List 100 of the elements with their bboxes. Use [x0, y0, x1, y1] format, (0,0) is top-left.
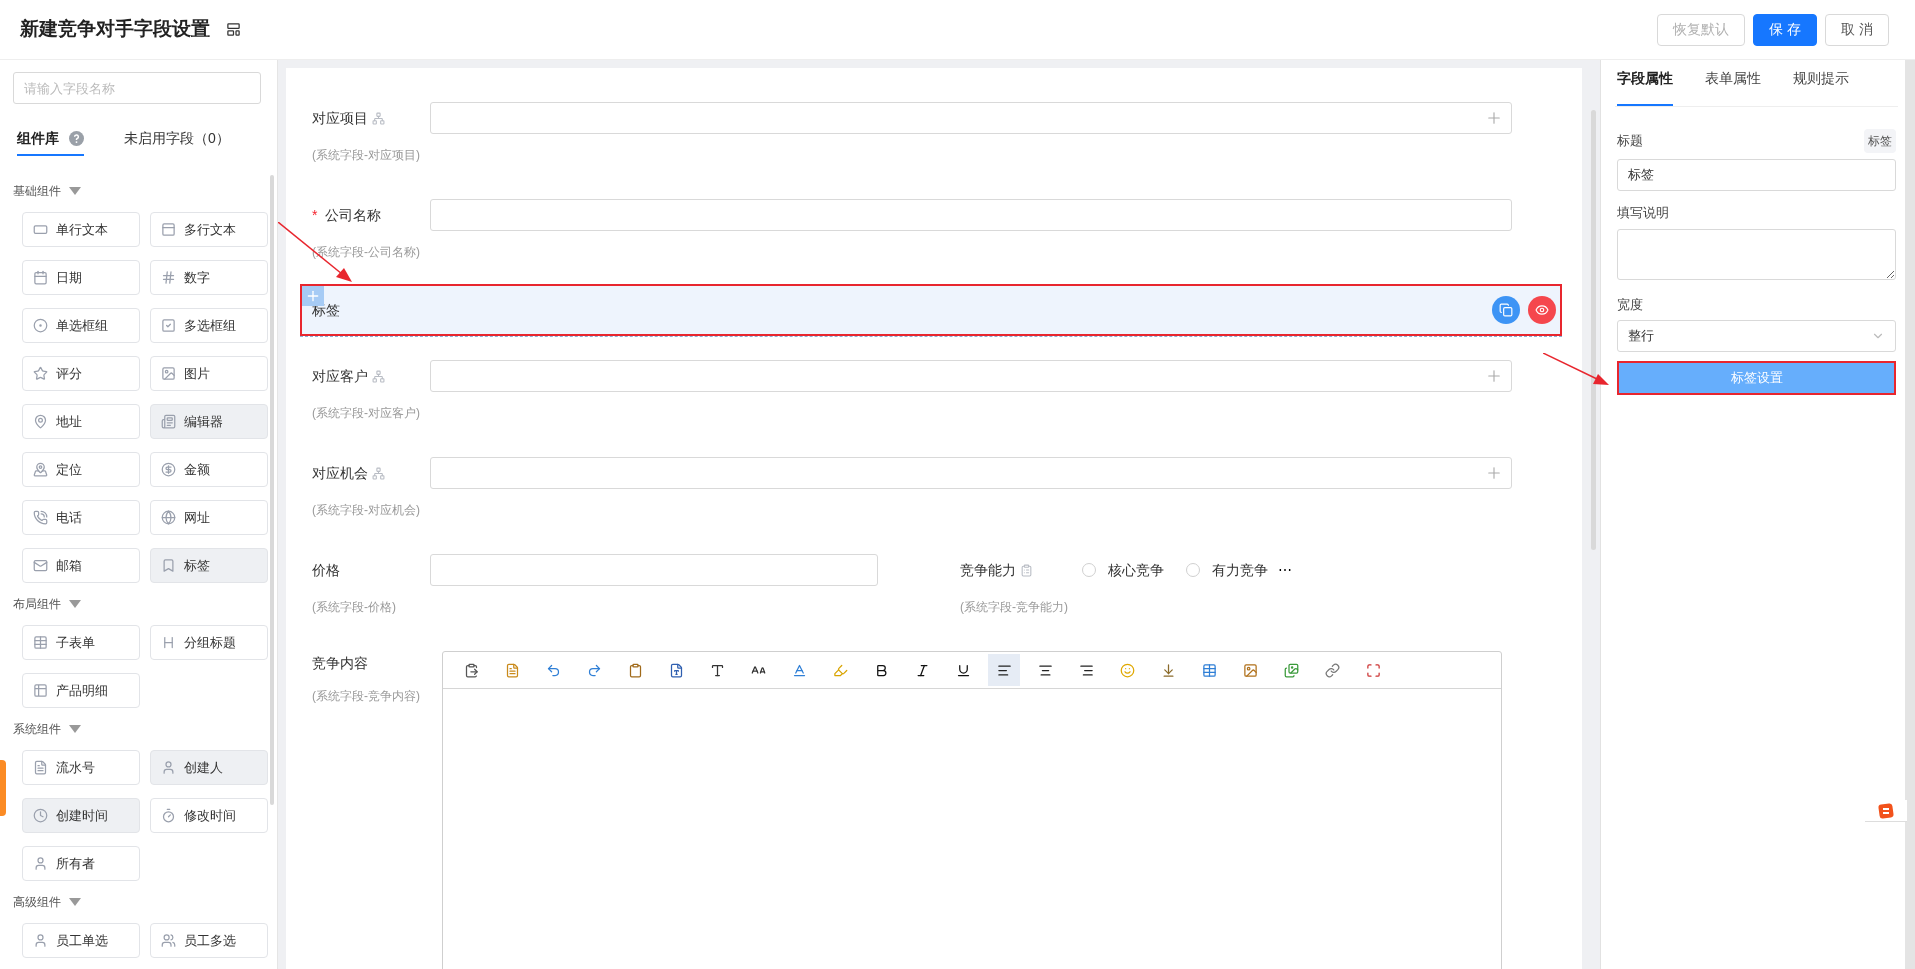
input-field[interactable] — [430, 199, 1512, 231]
title-input[interactable]: 标签 — [1617, 159, 1896, 191]
drag-handle[interactable] — [302, 286, 324, 306]
copy-icon — [1499, 303, 1513, 317]
tab[interactable]: 表单属性 — [1705, 68, 1761, 106]
clipboard-icon — [1020, 563, 1033, 577]
align-right-icon — [1078, 662, 1094, 678]
component-item[interactable]: 邮箱 — [22, 548, 140, 583]
caret-icon[interactable] — [69, 725, 81, 733]
paste-icon — [463, 662, 479, 678]
user-icon — [161, 760, 176, 775]
copy-button[interactable] — [1492, 296, 1520, 324]
component-item[interactable]: 金额 — [150, 452, 268, 487]
visibility-button[interactable] — [1528, 296, 1556, 324]
field-label: 标签 — [312, 300, 340, 320]
layout-icon[interactable] — [226, 22, 241, 37]
component-item[interactable]: 创建时间 — [22, 798, 140, 833]
phone-icon — [33, 510, 48, 525]
component-item[interactable]: 多行文本 — [150, 212, 268, 247]
toolbar-button[interactable] — [988, 654, 1020, 686]
scrollbar[interactable] — [270, 175, 274, 805]
component-item[interactable]: 图片 — [150, 356, 268, 391]
tab[interactable]: 组件库 — [17, 122, 84, 156]
component-item[interactable]: 日期 — [22, 260, 140, 295]
plus-icon — [1485, 109, 1503, 127]
component-item[interactable]: 创建人 — [150, 750, 268, 785]
tab[interactable]: 规则提示 — [1793, 68, 1849, 106]
cancel-button[interactable]: 取 消 — [1825, 13, 1889, 46]
more-options[interactable]: ⋯ — [1278, 559, 1292, 581]
annotation-arrow — [1543, 353, 1609, 386]
field-label: 价格 — [312, 560, 340, 580]
save-button[interactable]: 保 存 — [1753, 13, 1817, 46]
number-icon — [161, 270, 176, 285]
component-item[interactable]: 员工单选 — [22, 923, 140, 958]
images-icon — [1283, 662, 1299, 678]
timer-icon — [161, 808, 176, 823]
scrollbar[interactable] — [1905, 60, 1915, 969]
field-label: 宽度 — [1617, 295, 1644, 314]
caret-icon[interactable] — [69, 187, 81, 195]
caret-icon[interactable] — [69, 600, 81, 608]
component-item[interactable]: 员工多选 — [150, 923, 268, 958]
bookmark-icon — [161, 558, 176, 573]
hierarchy-icon — [372, 111, 385, 125]
text-area-icon — [161, 222, 176, 237]
component-item[interactable]: 子表单 — [22, 625, 140, 660]
star-icon — [33, 366, 48, 381]
link-icon — [1324, 662, 1340, 678]
document-icon — [504, 662, 520, 678]
description-input[interactable] — [1617, 228, 1896, 280]
clock-icon — [33, 808, 48, 823]
field-label: 对应机会 — [312, 463, 368, 483]
smiley-icon — [1119, 662, 1135, 678]
input-field[interactable] — [430, 360, 1512, 392]
component-item[interactable]: 单选框组 — [22, 308, 140, 343]
table-icon — [33, 683, 48, 698]
component-item[interactable]: 流水号 — [22, 750, 140, 785]
component-item[interactable]: 数字 — [150, 260, 268, 295]
location-icon — [33, 462, 48, 477]
width-select[interactable]: 整行 — [1617, 320, 1896, 352]
component-item[interactable]: 修改时间 — [150, 798, 268, 833]
field-label: 标题 — [1617, 132, 1643, 151]
input-field[interactable] — [430, 457, 1512, 489]
editor-icon — [161, 414, 176, 429]
users-icon — [161, 933, 176, 948]
scrollbar[interactable] — [1591, 110, 1596, 550]
search-field[interactable]: 请输入字段名称 — [13, 72, 261, 104]
caret-icon[interactable] — [69, 898, 81, 906]
selected-field-block[interactable]: 标签 — [300, 284, 1562, 336]
component-item[interactable]: 多选框组 — [150, 308, 268, 343]
tab[interactable]: 字段属性 — [1617, 68, 1673, 106]
word-document-icon — [668, 662, 684, 678]
component-item[interactable]: 编辑器 — [150, 404, 268, 439]
group-heading: 布局组件 — [13, 596, 61, 613]
component-item[interactable]: 产品明细 — [22, 673, 140, 708]
input-field[interactable] — [430, 102, 1512, 134]
highlighter-icon — [832, 662, 848, 678]
component-item[interactable]: 评分 — [22, 356, 140, 391]
field-label: 填写说明 — [1617, 204, 1670, 222]
underline-icon — [955, 662, 971, 678]
component-item[interactable]: 网址 — [150, 500, 268, 535]
image-icon — [1242, 662, 1258, 678]
component-item[interactable]: 电话 — [22, 500, 140, 535]
plus-icon — [1485, 367, 1503, 385]
globe-icon — [161, 510, 176, 525]
calendar-icon — [33, 270, 48, 285]
component-item[interactable]: 定位 — [22, 452, 140, 487]
component-item[interactable]: 标签 — [150, 548, 268, 583]
radio-icon — [33, 318, 48, 333]
document-icon — [33, 760, 48, 775]
required-mark: * — [312, 205, 318, 225]
field-hint: (系统字段-竞争能力) — [960, 599, 1069, 616]
component-item[interactable]: 地址 — [22, 404, 140, 439]
component-item[interactable]: 所有者 — [22, 846, 140, 881]
field-hint: (系统字段-竞争内容) — [312, 688, 421, 705]
input-field[interactable] — [430, 554, 878, 586]
hierarchy-icon — [372, 369, 385, 383]
italic-icon — [914, 662, 930, 678]
tab[interactable]: 未启用字段（0） — [124, 122, 230, 156]
component-item[interactable]: 分组标题 — [150, 625, 268, 660]
component-item[interactable]: 单行文本 — [22, 212, 140, 247]
